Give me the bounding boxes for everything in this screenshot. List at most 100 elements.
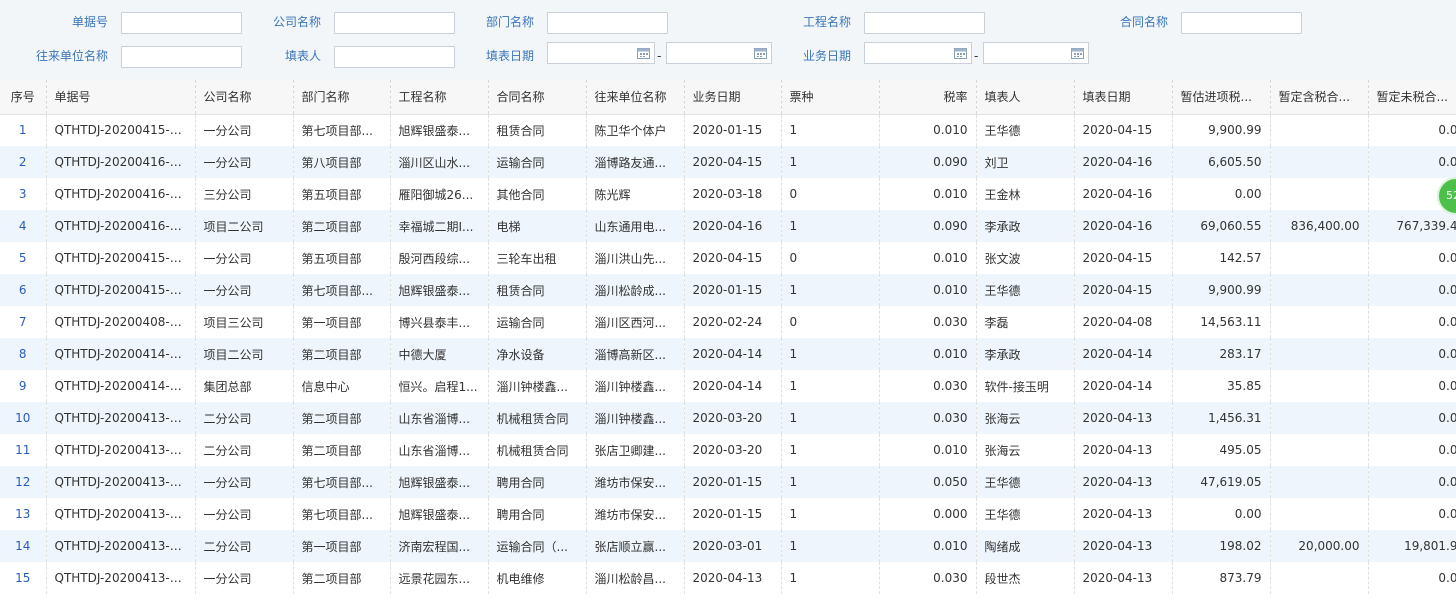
column-header-tax-incl-amount[interactable]: 暂定含税合... — [1270, 80, 1369, 115]
column-header-biz-date[interactable]: 业务日期 — [684, 80, 782, 115]
cell-tax-rate: 0.030 — [879, 562, 977, 594]
filler-input[interactable] — [334, 46, 455, 68]
cell-biz-date: 2020-03-01 — [684, 530, 782, 562]
cell-ticket-type: 1 — [781, 274, 880, 306]
column-header-fill-date[interactable]: 填表日期 — [1074, 80, 1173, 115]
cell-doc-no: QTHTDJ-20200416-001 — [46, 146, 196, 178]
cell-contract: 淄川钟楼鑫... — [488, 370, 587, 402]
cell-contract: 其他合同 — [488, 178, 587, 210]
cell-biz-date: 2020-01-15 — [684, 498, 782, 530]
column-header-department[interactable]: 部门名称 — [293, 80, 391, 115]
contract-table: 序号 单据号 公司名称 部门名称 工程名称 合同名称 往来单位名称 业务日期 票… — [0, 80, 1456, 594]
cell-ticket-type: 1 — [781, 370, 880, 402]
column-header-company[interactable]: 公司名称 — [195, 80, 294, 115]
cell-tax-excl-amount: 19,801.9 — [1368, 530, 1456, 562]
table-row[interactable]: 12 QTHTDJ-20200413-004 一分公司 第七项目部... 旭辉银盛泰..… — [0, 466, 1456, 498]
cell-contract: 聘用合同 — [488, 466, 587, 498]
column-header-tax-excl-amount[interactable]: 暂定未税合... — [1368, 80, 1456, 115]
table-row[interactable]: 7 QTHTDJ-20200408-001 项目三公司 第一项目部 博兴县泰丰... 运输… — [0, 306, 1456, 338]
table-row[interactable]: 15 QTHTDJ-20200413-001 一分公司 第二项目部 远景花园东... 机电… — [0, 562, 1456, 594]
cell-seq: 6 — [0, 274, 47, 306]
biz-date-end-input[interactable] — [983, 42, 1089, 64]
cell-partner: 淄博路友通... — [586, 146, 685, 178]
cell-department: 第八项目部 — [293, 146, 391, 178]
cell-department: 第五项目部 — [293, 242, 391, 274]
table-row[interactable]: 14 QTHTDJ-20200413-002 二分公司 第一项目部 济南宏程国... 运输… — [0, 530, 1456, 562]
table-row[interactable]: 4 QTHTDJ-20200416-002 项目二公司 第二项目部 幸福城二期I... 电… — [0, 210, 1456, 242]
cell-input-tax: 198.02 — [1172, 530, 1271, 562]
cell-tax-rate: 0.030 — [879, 306, 977, 338]
contract-name-input[interactable] — [1181, 12, 1302, 34]
partner-name-input[interactable] — [121, 46, 242, 68]
cell-fill-date: 2020-04-14 — [1074, 370, 1173, 402]
biz-date-start-input[interactable] — [864, 42, 972, 64]
cell-biz-date: 2020-03-20 — [684, 402, 782, 434]
column-header-contract[interactable]: 合同名称 — [488, 80, 587, 115]
calendar-icon[interactable] — [1071, 47, 1084, 59]
cell-tax-rate: 0.010 — [879, 114, 977, 146]
cell-biz-date: 2020-01-15 — [684, 114, 782, 146]
calendar-icon[interactable] — [637, 47, 650, 59]
column-header-tax-rate[interactable]: 税率 — [879, 80, 977, 115]
cell-input-tax: 6,605.50 — [1172, 146, 1271, 178]
cell-doc-no: QTHTDJ-20200413-001 — [46, 562, 196, 594]
cell-seq: 5 — [0, 242, 47, 274]
column-header-ticket-type[interactable]: 票种 — [781, 80, 880, 115]
table-row[interactable]: 2 QTHTDJ-20200416-001 一分公司 第八项目部 淄川区山水... 运输合… — [0, 146, 1456, 178]
table-row[interactable]: 9 QTHTDJ-20200414-001 集团总部 信息中心 恒兴。启程1... 淄川钟… — [0, 370, 1456, 402]
cell-project: 幸福城二期I... — [390, 210, 489, 242]
table-row[interactable]: 1 QTHTDJ-20200415-003 一分公司 第七项目部... 旭辉银盛泰...… — [0, 114, 1456, 146]
doc-no-input[interactable] — [121, 12, 242, 34]
table-row[interactable]: 8 QTHTDJ-20200414-002 项目二公司 第二项目部 中德大厦 净水设备 淄博… — [0, 338, 1456, 370]
partner-name-label: 往来单位名称 — [35, 49, 108, 63]
cell-company: 项目二公司 — [195, 338, 294, 370]
cell-department: 第二项目部 — [293, 210, 391, 242]
calendar-icon[interactable] — [754, 47, 767, 59]
cell-tax-incl-amount — [1270, 242, 1369, 274]
table-row[interactable]: 10 QTHTDJ-20200413-006 二分公司 第二项目部 山东省淄博... 机械… — [0, 402, 1456, 434]
column-header-partner[interactable]: 往来单位名称 — [586, 80, 685, 115]
fill-date-end-input[interactable] — [666, 42, 772, 64]
cell-filler: 张文波 — [976, 242, 1075, 274]
cell-tax-incl-amount: 20,000.00 — [1270, 530, 1369, 562]
column-header-seq[interactable]: 序号 — [0, 80, 47, 115]
cell-company: 一分公司 — [195, 242, 294, 274]
cell-filler: 李磊 — [976, 306, 1075, 338]
department-name-input[interactable] — [547, 12, 668, 34]
cell-project: 旭辉银盛泰... — [390, 114, 489, 146]
cell-project: 恒兴。启程1... — [390, 370, 489, 402]
table-row[interactable]: 13 QTHTDJ-20200413-003 一分公司 第七项目部... 旭辉银盛泰..… — [0, 498, 1456, 530]
cell-company: 一分公司 — [195, 274, 294, 306]
table-row[interactable]: 3 QTHTDJ-20200416-003 三分公司 第五项目部 雁阳御城26... 其他… — [0, 178, 1456, 210]
cell-filler: 陶绪成 — [976, 530, 1075, 562]
cell-tax-excl-amount: 0.0 — [1368, 498, 1456, 530]
cell-department: 第二项目部 — [293, 434, 391, 466]
fill-date-start-input[interactable] — [547, 42, 655, 64]
column-header-doc-no[interactable]: 单据号 — [46, 80, 196, 115]
cell-fill-date: 2020-04-16 — [1074, 146, 1173, 178]
table-row[interactable]: 5 QTHTDJ-20200415-001 一分公司 第五项目部 殷河西段综... 三轮车… — [0, 242, 1456, 274]
cell-tax-excl-amount: 0.0 — [1368, 402, 1456, 434]
cell-fill-date: 2020-04-15 — [1074, 242, 1173, 274]
table-row[interactable]: 11 QTHTDJ-20200413-005 二分公司 第二项目部 山东省淄博... 机械… — [0, 434, 1456, 466]
cell-doc-no: QTHTDJ-20200413-003 — [46, 498, 196, 530]
cell-fill-date: 2020-04-16 — [1074, 210, 1173, 242]
cell-tax-excl-amount: 0.0 — [1368, 370, 1456, 402]
cell-tax-excl-amount: 0.0 — [1368, 338, 1456, 370]
cell-project: 山东省淄博... — [390, 434, 489, 466]
cell-ticket-type: 1 — [781, 498, 880, 530]
company-name-input[interactable] — [334, 12, 455, 34]
calendar-icon[interactable] — [954, 47, 967, 59]
cell-ticket-type: 1 — [781, 434, 880, 466]
cell-company: 二分公司 — [195, 434, 294, 466]
column-header-project[interactable]: 工程名称 — [390, 80, 489, 115]
project-name-input[interactable] — [864, 12, 985, 34]
cell-tax-rate: 0.030 — [879, 370, 977, 402]
column-header-filler[interactable]: 填表人 — [976, 80, 1075, 115]
cell-ticket-type: 1 — [781, 210, 880, 242]
column-header-input-tax[interactable]: 暂估进项税... — [1172, 80, 1271, 115]
cell-fill-date: 2020-04-13 — [1074, 402, 1173, 434]
table-row[interactable]: 6 QTHTDJ-20200415-002 一分公司 第七项目部... 旭辉银盛泰...… — [0, 274, 1456, 306]
table-header-row: 序号 单据号 公司名称 部门名称 工程名称 合同名称 往来单位名称 业务日期 票… — [0, 80, 1456, 115]
cell-seq: 9 — [0, 370, 47, 402]
